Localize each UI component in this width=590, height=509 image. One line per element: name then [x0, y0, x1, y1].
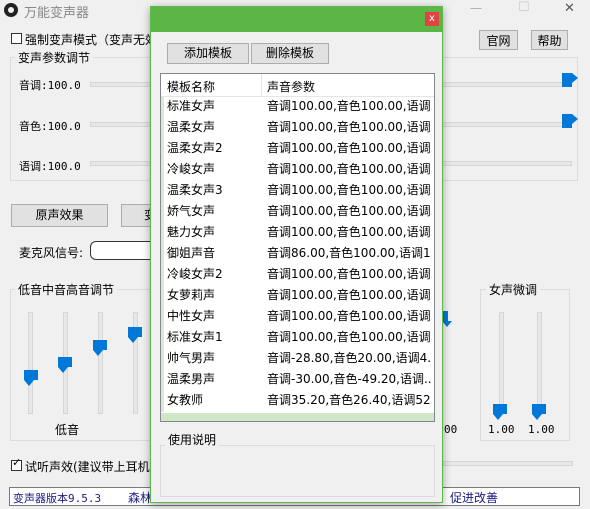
usage-group: [160, 445, 435, 497]
template-params-cell: 音调100.00,音色100.00,语调...: [267, 204, 432, 218]
template-params-cell: 音调35.20,音色26.40,语调52...: [267, 393, 432, 407]
template-params-cell: 音调100.00,音色100.00,语调...: [267, 288, 432, 302]
eq-slider-4-thumb[interactable]: [128, 327, 142, 343]
template-row[interactable]: 标准女声 音调100.00,音色100.00,语调...: [161, 96, 434, 117]
female-value-2: 1.00: [528, 423, 555, 436]
force-mode-label: 强制变声模式（变声无效: [25, 33, 158, 47]
template-row[interactable]: 女教师 音调35.20,音色26.40,语调52...: [161, 390, 434, 411]
help-button[interactable]: 帮助: [531, 30, 568, 50]
template-row[interactable]: 魅力女声 音调100.00,音色100.00,语调...: [161, 222, 434, 243]
minimize-button[interactable]: —: [470, 1, 482, 15]
template-row[interactable]: 女萝莉声 音调100.00,音色100.00,语调...: [161, 285, 434, 306]
template-params-cell: 音调100.00,音色100.00,语调...: [267, 267, 432, 281]
usage-title: 使用说明: [165, 433, 220, 447]
template-row[interactable]: 标准女声1 音调100.00,音色100.00,语调...: [161, 327, 434, 348]
dialog-close-icon[interactable]: x: [425, 12, 439, 26]
template-params-cell: 音调100.00,音色100.00,语调...: [267, 120, 432, 134]
template-row[interactable]: 娇气女声 音调100.00,音色100.00,语调...: [161, 201, 434, 222]
female-slider-1-thumb[interactable]: [493, 404, 507, 420]
timbre-label: 音色:100.0: [19, 120, 81, 133]
delete-template-button[interactable]: 删除模板: [251, 43, 329, 64]
template-list[interactable]: 模板名称 声音参数 标准女声 音调100.00,音色100.00,语调... 温柔女…: [160, 73, 435, 422]
template-name-cell: 娇气女声: [167, 204, 216, 218]
template-params-cell: 音调100.00,音色100.00,语调...: [267, 183, 432, 197]
website-button[interactable]: 官网: [479, 30, 518, 50]
author-text: 森林: [128, 491, 153, 505]
template-name-cell: 女教师: [167, 393, 204, 407]
col-header-params[interactable]: 声音参数: [267, 78, 315, 95]
eq-group-title: 低音中音高音调节: [15, 283, 118, 297]
template-params-cell: 音调-28.80,音色20.00,语调4...: [267, 351, 432, 365]
template-name-cell: 温柔女声3: [167, 183, 223, 197]
template-row[interactable]: 御姐声音 音调86.00,音色100.00,语调1...: [161, 243, 434, 264]
template-row[interactable]: 温柔女声 音调100.00,音色100.00,语调...: [161, 117, 434, 138]
template-name-cell: 御姐声音: [167, 246, 216, 260]
speed-label: 语调:100.0: [19, 160, 81, 173]
template-params-cell: 音调100.00,音色100.00,语调...: [267, 330, 432, 344]
col-divider: [261, 74, 262, 96]
original-effect-button[interactable]: 原声效果: [11, 204, 108, 227]
template-params-cell: 音调-30.00,音色-49.20,语调...: [267, 372, 432, 386]
template-name-cell: 中性女声: [167, 309, 216, 323]
female-slider-2-thumb[interactable]: [532, 404, 546, 420]
template-params-cell: 音调100.00,音色100.00,语调...: [267, 309, 432, 323]
template-params-cell: 音调100.00,音色100.00,语调...: [267, 162, 432, 176]
list-left-highlight: [161, 96, 164, 412]
eq-slider-3-thumb[interactable]: [93, 340, 107, 356]
eq-slider-3-track[interactable]: [98, 312, 103, 414]
template-list-header: 模板名称 声音参数: [161, 74, 434, 97]
window-title: 万能变声器: [24, 6, 90, 21]
force-mode-checkbox[interactable]: [11, 33, 22, 44]
template-name-cell: 冷峻女声2: [167, 267, 223, 281]
template-name-cell: 帅气男声: [167, 351, 216, 365]
template-params-cell: 音调86.00,音色100.00,语调1...: [267, 246, 432, 260]
close-window-button[interactable]: ✕: [564, 1, 575, 16]
template-name-cell: 冷峻女声: [167, 162, 216, 176]
template-row[interactable]: 中性女声 音调100.00,音色100.00,语调...: [161, 306, 434, 327]
timbre-slider-thumb[interactable]: [562, 114, 578, 128]
mic-signal-meter: [90, 241, 150, 260]
dialog-titlebar[interactable]: [151, 7, 442, 32]
checkmark-icon: ✓: [12, 456, 22, 469]
params-group-title: 变声参数调节: [15, 51, 94, 65]
template-params-cell: 音调100.00,音色100.00,语调...: [267, 99, 432, 113]
right-slider-value: 00: [444, 423, 458, 436]
template-name-cell: 标准女声: [167, 99, 216, 113]
eq-slider-1-track[interactable]: [28, 312, 33, 414]
template-name-cell: 温柔女声: [167, 120, 216, 134]
template-row[interactable]: 冷峻女声 音调100.00,音色100.00,语调...: [161, 159, 434, 180]
template-row[interactable]: 温柔女声2 音调100.00,音色100.00,语调...: [161, 138, 434, 159]
template-name-cell: 温柔男声: [167, 372, 216, 386]
list-scrollbar-h[interactable]: [161, 413, 434, 421]
template-params-cell: 音调100.00,音色100.00,语调...: [267, 141, 432, 155]
version-text: 变声器版本9.5.3: [13, 492, 102, 505]
template-params-cell: 音调100.00,音色100.00,语调...: [267, 225, 432, 239]
template-dialog: x 添加模板 删除模板 模板名称 声音参数 标准女声音调100.00,音色100…: [150, 6, 443, 503]
preview-volume-track[interactable]: [443, 461, 573, 466]
female-slider-2-track[interactable]: [537, 312, 542, 414]
template-row[interactable]: 温柔男声 音调-30.00,音色-49.20,语调...: [161, 369, 434, 390]
pitch-label: 音调:100.0: [19, 79, 81, 92]
col-header-name[interactable]: 模板名称: [167, 78, 215, 95]
template-row[interactable]: 冷峻女声2 音调100.00,音色100.00,语调...: [161, 264, 434, 285]
preview-label: 试听声效(建议带上耳机: [25, 460, 150, 474]
eq-low-label: 低音: [55, 423, 80, 437]
status-tail-text: 促进改善: [450, 491, 499, 505]
template-row[interactable]: 温柔女声3 音调100.00,音色100.00,语调...: [161, 180, 434, 201]
pitch-slider-thumb[interactable]: [562, 73, 578, 87]
template-name-cell: 魅力女声: [167, 225, 216, 239]
female-value-1: 1.00: [488, 423, 515, 436]
maximize-button[interactable]: ☐: [518, 0, 530, 15]
mic-signal-label: 麦克风信号:: [19, 246, 84, 260]
app-logo-icon: [4, 3, 18, 17]
add-template-button[interactable]: 添加模板: [167, 43, 249, 64]
eq-slider-2-thumb[interactable]: [58, 357, 72, 373]
template-name-cell: 标准女声1: [167, 330, 223, 344]
template-name-cell: 女萝莉声: [167, 288, 216, 302]
template-name-cell: 温柔女声2: [167, 141, 223, 155]
female-slider-1-track[interactable]: [499, 312, 504, 414]
female-tune-title: 女声微调: [486, 283, 541, 297]
eq-slider-1-thumb[interactable]: [24, 370, 38, 386]
template-row[interactable]: 帅气男声 音调-28.80,音色20.00,语调4...: [161, 348, 434, 369]
